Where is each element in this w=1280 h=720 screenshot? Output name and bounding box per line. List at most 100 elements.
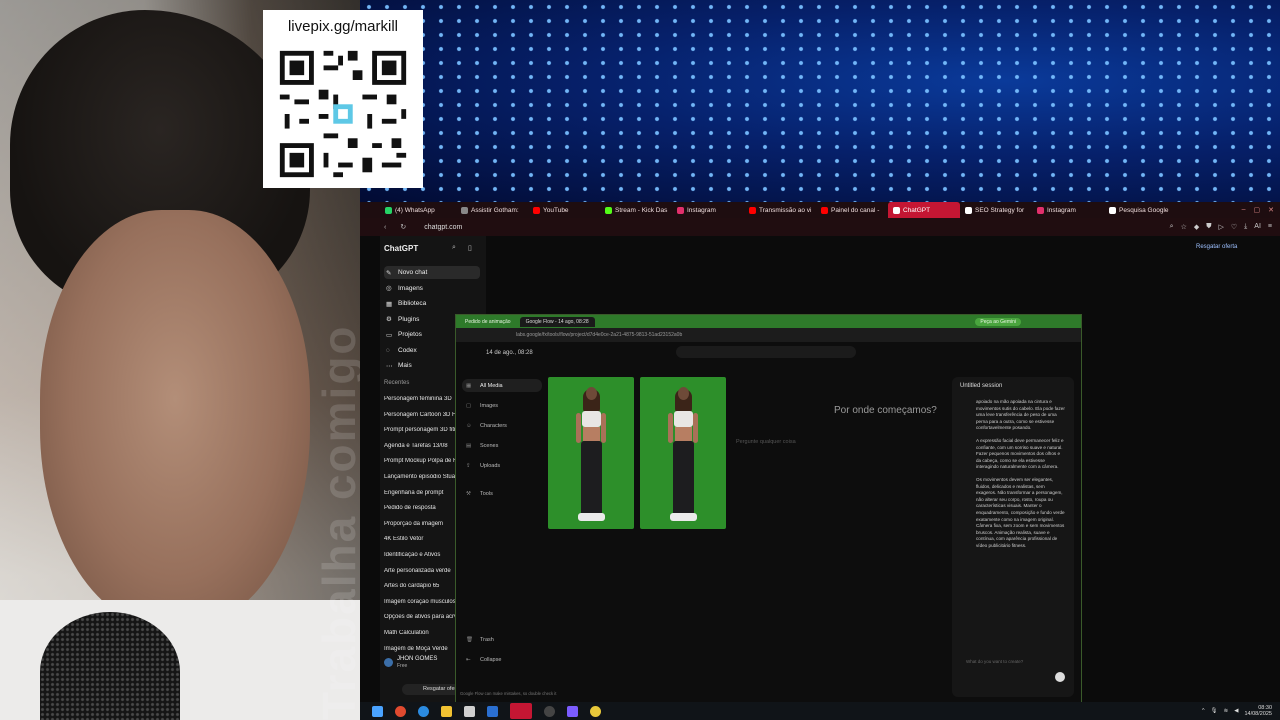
tab-favicon-icon — [385, 206, 392, 214]
generated-image-1[interactable] — [548, 377, 634, 529]
nav-icon: ◎ — [386, 285, 392, 292]
browser-tab[interactable]: Instagram — [672, 202, 744, 218]
start-icon[interactable] — [372, 705, 383, 717]
collapse-button[interactable]: ⇤ Collapse — [462, 653, 542, 666]
browser-toolbar-icons: ⌕ ☆ ◆ ⛊ ▷ ♡ ⤓ AI ≡ — [1170, 223, 1280, 231]
flow-nav-item[interactable]: ☺ Characters — [462, 419, 542, 432]
send-button[interactable] — [1055, 672, 1065, 682]
browser-tab[interactable]: Stream - Kick Das — [600, 202, 672, 218]
flow-window-screenshot: Pedido de animação Google Flow - 14 ago,… — [455, 314, 1082, 704]
obs-icon[interactable] — [544, 705, 555, 717]
collapse-button-label: Collapse — [480, 656, 502, 663]
play-icon[interactable]: ▷ — [1219, 223, 1224, 231]
search-icon[interactable]: ⌕ — [452, 244, 456, 252]
mic-icon[interactable]: 🎙 — [1211, 708, 1218, 714]
browser-tab[interactable]: Transmissão ao vi — [744, 202, 816, 218]
tab-label: Painel do canal - — [831, 206, 880, 214]
nav-label: Imagens — [398, 284, 423, 292]
sidebar-nav-item[interactable]: ▦ Biblioteca — [384, 297, 480, 310]
browser-tab[interactable]: (4) WhatsApp — [380, 202, 456, 218]
desktop-screen: (4) WhatsApp Assistir Gotham: YouTube Strea… — [360, 202, 1280, 720]
minimize-icon[interactable]: – — [1242, 206, 1246, 214]
mail-icon[interactable] — [487, 705, 498, 717]
active-app-icon[interactable] — [510, 703, 532, 719]
tab-label: (4) WhatsApp — [395, 206, 435, 214]
user-plan: Free — [397, 663, 408, 669]
close-icon[interactable]: ✕ — [1268, 206, 1274, 214]
nav-icon: ▦ — [386, 300, 393, 308]
generated-image-2[interactable] — [640, 377, 726, 529]
gemini-button[interactable]: Peça ao Gemini — [975, 317, 1021, 326]
inner-tab[interactable]: Pedido de animação — [459, 317, 517, 327]
app-icon[interactable] — [395, 705, 406, 717]
screenshot-root: Trabalha comigo livepix.gg/markill (4) W… — [0, 0, 1280, 720]
flow-nav-item[interactable]: ▤ Scenes — [462, 439, 542, 452]
download-icon[interactable]: ⤓ — [1244, 223, 1247, 231]
heart-icon[interactable]: ♡ — [1231, 223, 1237, 231]
user-profile[interactable]: JHON GOMES Free — [384, 656, 437, 669]
address-bar: ‹ ↻ chatgpt.com ⌕ ☆ ◆ ⛊ ▷ ♡ ⤓ AI ≡ — [360, 218, 1280, 236]
flow-nav-label: Images — [480, 402, 499, 409]
reload-icon[interactable]: ↻ — [400, 223, 406, 231]
menu-icon[interactable]: ≡ — [1268, 223, 1272, 231]
session-paragraph: A expressão facial deve permanecer feliz… — [976, 437, 1064, 470]
trash-button-label: Trash — [480, 636, 494, 643]
prompt-input[interactable]: Pergunte qualquer coisa — [726, 435, 956, 449]
inner-url[interactable]: labs.google/fx/tools/flow/project/d7d4e0… — [456, 328, 1081, 342]
back-icon[interactable]: ‹ — [384, 224, 386, 231]
tab-label: Instagram — [1047, 206, 1076, 214]
flow-nav-item[interactable]: ⚒ Tools — [462, 487, 542, 500]
shield-icon[interactable]: ⛊ — [1206, 223, 1211, 231]
window-controls: – ▢ ✕ — [1242, 206, 1280, 214]
session-input[interactable]: What do you want to create? — [966, 659, 1023, 664]
url-field[interactable]: chatgpt.com — [424, 224, 462, 231]
flow-nav-icon: ⇪ — [466, 462, 471, 469]
trash-button[interactable]: 🗑 Trash — [462, 633, 542, 646]
browser-tab[interactable]: Pesquisa Google — [1104, 202, 1176, 218]
tab-favicon-icon — [821, 206, 828, 214]
tab-favicon-icon — [461, 206, 468, 214]
flow-nav-label: Tools — [480, 490, 493, 497]
browser-tab[interactable]: Assistir Gotham: — [456, 202, 528, 218]
zoom-icon[interactable]: ⌕ — [1170, 223, 1174, 231]
tab-label: Assistir Gotham: — [471, 206, 519, 214]
browser-tab[interactable]: SEO Strategy for — [960, 202, 1032, 218]
flow-search-input[interactable] — [676, 346, 856, 358]
nav-icon: ⚙ — [386, 316, 392, 323]
folder-icon[interactable] — [441, 705, 452, 717]
browser-tab[interactable]: ChatGPT — [888, 202, 960, 218]
extension-icon[interactable]: ◆ — [1194, 223, 1199, 231]
sidebar-nav-item[interactable]: ◎ Imagens — [384, 282, 480, 295]
browser-tab[interactable]: Instagram — [1032, 202, 1104, 218]
app-icon[interactable] — [567, 705, 578, 717]
flow-nav-item[interactable]: ▦ All Media — [462, 379, 542, 392]
redeem-offer-link[interactable]: Resgatar oferta — [1196, 244, 1237, 250]
clock[interactable]: 08:30 14/08/2025 — [1244, 705, 1272, 717]
wifi-icon[interactable]: ≋ — [1224, 708, 1229, 714]
app-icon[interactable] — [464, 705, 475, 717]
ai-icon[interactable]: AI — [1254, 223, 1261, 231]
windows-taskbar: ^ 🎙 ≋ ◀ 08:30 14/08/2025 — [360, 702, 1280, 720]
sidebar-nav-item[interactable]: ✎ Novo chat — [384, 266, 480, 279]
browser-tab[interactable]: YouTube — [528, 202, 600, 218]
browser-tab[interactable]: Painel do canal - — [816, 202, 888, 218]
chrome-icon[interactable] — [590, 705, 601, 717]
chevron-up-icon[interactable]: ^ — [1202, 708, 1205, 714]
sidebar-toggle-icon[interactable]: ▯ — [468, 244, 472, 252]
inner-tab-active[interactable]: Google Flow - 14 ago, 08:28 — [519, 316, 595, 327]
session-messages: apoiado na mão apoiada na cintura e movi… — [976, 399, 1066, 555]
system-tray: ^ 🎙 ≋ ◀ 08:30 14/08/2025 — [1202, 705, 1280, 717]
flow-nav-item[interactable]: ⇪ Uploads — [462, 459, 542, 472]
edge-icon[interactable] — [418, 705, 429, 717]
tab-label: ChatGPT — [903, 206, 931, 214]
volume-icon[interactable]: ◀ — [1234, 708, 1238, 714]
nav-label: Projetos — [398, 331, 422, 338]
bookmark-icon[interactable]: ☆ — [1181, 223, 1187, 231]
webcam-face — [40, 210, 310, 630]
trash-icon: 🗑 — [466, 636, 473, 643]
flow-nav-item[interactable]: ▢ Images — [462, 399, 542, 412]
maximize-icon[interactable]: ▢ — [1254, 206, 1261, 214]
flow-nav-icon: ▦ — [466, 382, 472, 389]
session-paragraph: Os movimentos devem ser elegantes, fluid… — [976, 476, 1065, 548]
donation-qr-card: livepix.gg/markill — [263, 10, 423, 188]
